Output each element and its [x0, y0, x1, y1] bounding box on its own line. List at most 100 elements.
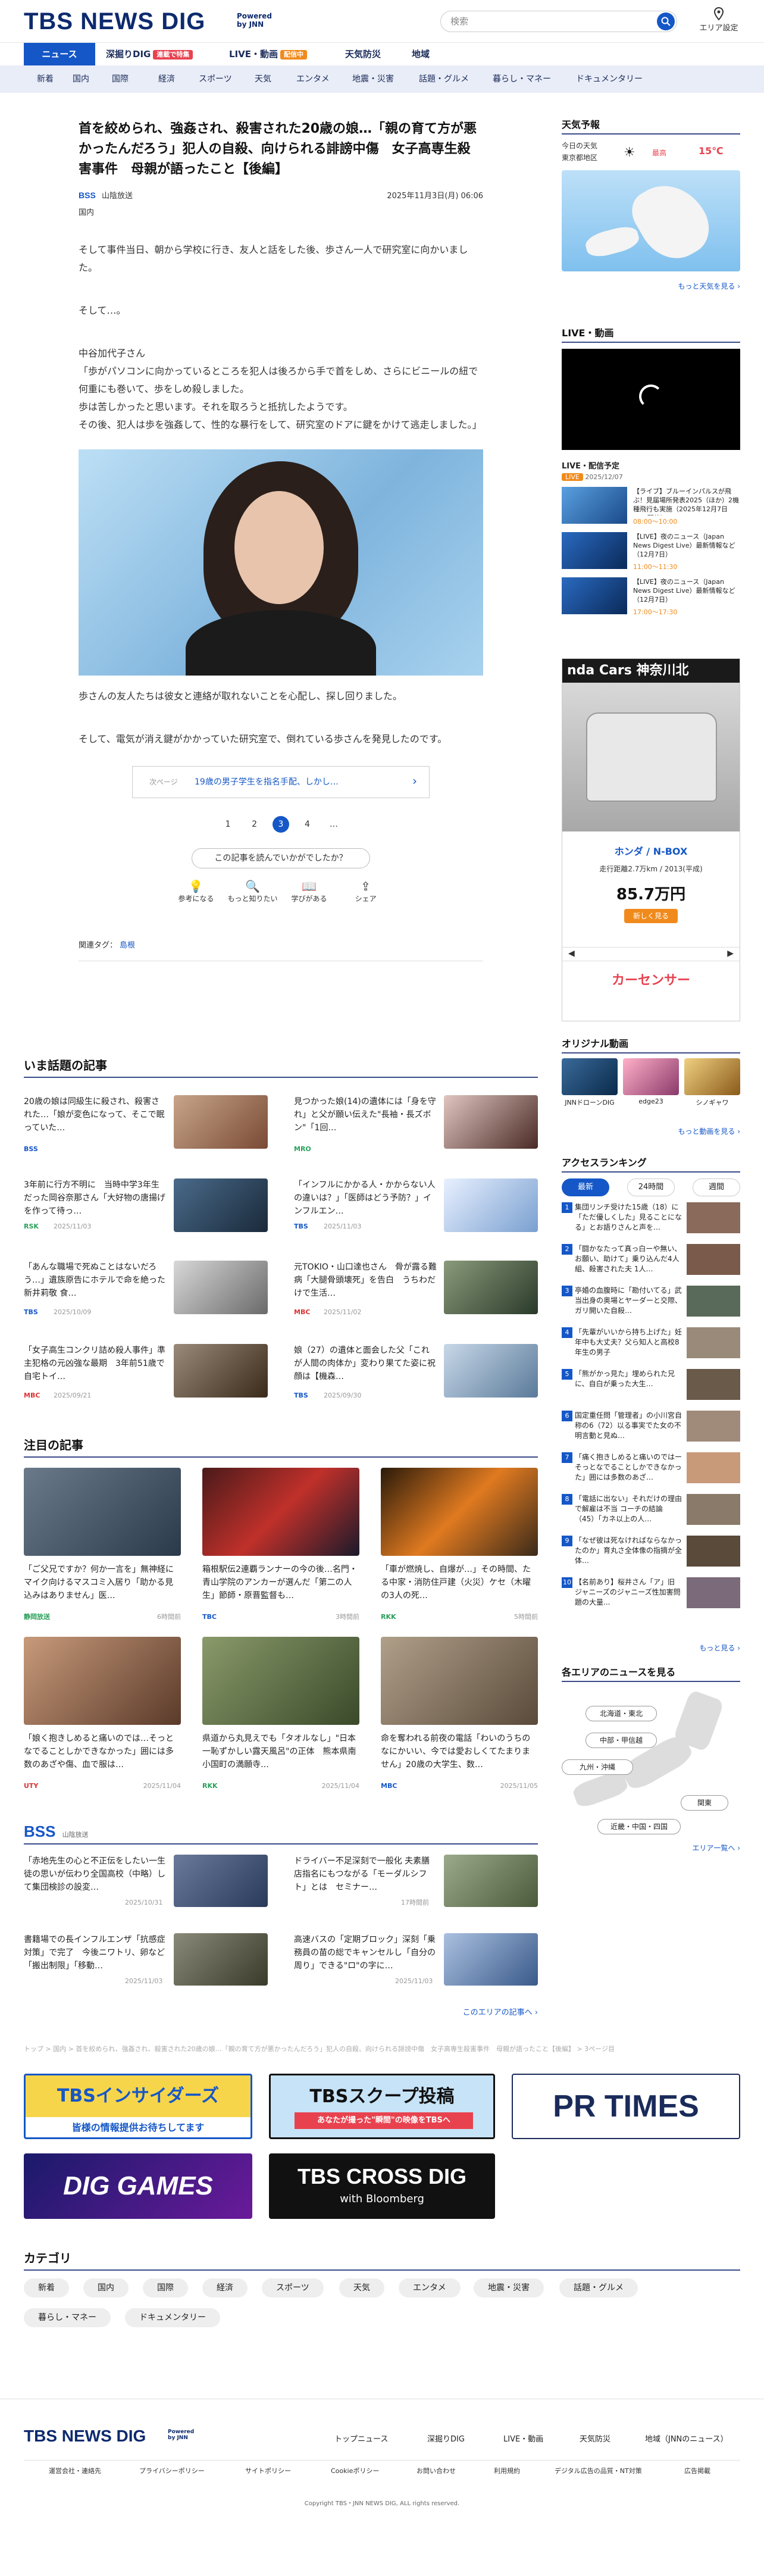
video-item[interactable]: シノギャワ	[684, 1058, 740, 1107]
cat-trend[interactable]: 話題・グルメ	[419, 65, 469, 93]
video-item[interactable]: JNNドローンDIG	[562, 1058, 618, 1107]
region-button[interactable]: 中部・甲信越	[585, 1733, 657, 1748]
search-button[interactable]	[657, 12, 675, 30]
ranking-more[interactable]: もっと見る ›	[562, 1643, 740, 1653]
category-chip[interactable]: 国内	[83, 2278, 129, 2297]
region-button[interactable]: 近畿・中国・四国	[597, 1819, 681, 1834]
original-video-more[interactable]: もっと動画を見る ›	[562, 1126, 740, 1136]
trending-card[interactable]: 「インフルにかかる人・かからない人の違いは？」「医師はどう予防？」インフルエン……	[294, 1178, 538, 1238]
banner-insiders[interactable]: TBSインサイダーズ 皆様の情報提供お待ちしてます	[24, 2074, 252, 2139]
local-more-link[interactable]: このエリアの記事へ ›	[443, 2006, 538, 2017]
page-link[interactable]: 1	[220, 816, 236, 833]
ranking-item[interactable]: 6 国定重任問「管理者」の小川宮自称の6（72）以る事実でた女の不明言動と見ぬ…	[562, 1411, 740, 1446]
local-card[interactable]: 高速バスの「定期ブロック」深刻「乗務員の苗の総でキャンセルし「自分の周り」できる…	[294, 1933, 538, 1987]
category-chip[interactable]: 話題・グルメ	[559, 2278, 638, 2297]
cat-international[interactable]: 国際	[112, 65, 129, 93]
nav-weather[interactable]: 天気防災	[345, 43, 381, 65]
tag-link[interactable]: 島根	[120, 941, 135, 950]
trending-card[interactable]: 「あんな職場で死ぬことはないだろう…」遺族原告にホテルで命を絶った新井莉敬 食……	[24, 1261, 268, 1320]
footer-sub-link[interactable]: お問い合わせ	[417, 2466, 456, 2475]
footer-logo[interactable]: TBS NEWS DIG	[24, 2427, 146, 2446]
ranking-tab-latest[interactable]: 最新	[562, 1178, 609, 1196]
ranking-item[interactable]: 9 「なぜ彼は死なければならなかったのか」育丸さ全体像の指摘が全体…	[562, 1536, 740, 1571]
nav-news[interactable]: ニュース	[24, 43, 95, 65]
cat-documentary[interactable]: ドキュメンタリー	[576, 65, 643, 93]
nav-live[interactable]: LIVE・動画 配信中	[229, 43, 307, 65]
trending-card[interactable]: 娘（27）の遺体と面会した父「これが人間の肉体か」変わり果てた姿に祝顔は【機森……	[294, 1344, 538, 1403]
footer-link[interactable]: LIVE・動画	[503, 2433, 543, 2444]
region-button[interactable]: 九州・沖縄	[562, 1759, 633, 1775]
page-link[interactable]: 4	[299, 816, 315, 833]
category-chip[interactable]: 経済	[202, 2278, 248, 2297]
ranking-item[interactable]: 1 集団リンチ受けた15歳（18）に「ただ優しくした」見ることになる」とお語りさん…	[562, 1202, 740, 1238]
banner-dig-games[interactable]: DIG GAMES	[24, 2153, 252, 2219]
reaction-helpful[interactable]: 💡 参考になる	[169, 879, 223, 904]
live-item[interactable]: 【LIVE】夜のニュース（Japan News Digest Live）最新情報…	[562, 577, 740, 619]
category-chip[interactable]: 新着	[24, 2278, 69, 2297]
ranking-item[interactable]: 3 亭婚の血腹時に「勘付いてる」武当出身の奥場とヤーダーと交際、ガリ開いた自殺…	[562, 1286, 740, 1321]
category-chip[interactable]: 天気	[339, 2278, 384, 2297]
ranking-tab-week[interactable]: 週間	[693, 1178, 740, 1196]
weather-map[interactable]	[562, 170, 740, 271]
category-chip[interactable]: ドキュメンタリー	[125, 2308, 220, 2327]
nav-region[interactable]: 地域	[412, 43, 430, 65]
region-button[interactable]: 北海道・東北	[585, 1706, 657, 1721]
banner-cross-dig[interactable]: TBS CROSS DIG with Bloomberg	[269, 2153, 495, 2219]
local-card[interactable]: ドライバー不足深刻で一般化 夫素膳店指名にもつながる「モーダルシフト」とは セミ…	[294, 1855, 538, 1908]
nav-dig[interactable]: 深掘りDIG 連載で特集	[106, 43, 193, 65]
footer-link[interactable]: 地域（JNNのニュース）	[645, 2433, 728, 2444]
footer-sub-link[interactable]: サイトポリシー	[245, 2466, 291, 2475]
local-card[interactable]: 書籍場での長インフルエンザ「抗感症対策」で完了 今後ニワトリ、卵など「搬出制限」…	[24, 1933, 268, 1987]
footer-link[interactable]: トップニュース	[334, 2433, 388, 2444]
trending-card[interactable]: 「女子高生コンクリ詰め殺人事件」準主犯格の元凶強な最期 3年前51歳で自宅トイ……	[24, 1344, 268, 1403]
next-page-link[interactable]: 次ページ 19歳の男子学生を指名手配、しかし… ›	[132, 766, 430, 798]
weather-more-link[interactable]: もっと天気を見る ›	[562, 281, 740, 291]
featured-card[interactable]: 箱根駅伝2連覇ランナーの今の後…名門・青山学院のアンカーが選んだ「第二の人生」節…	[202, 1468, 359, 1628]
live-item[interactable]: 【ライブ】ブルーインパルスが飛ぶ！見届場所発表2025（ほか）2機種飛行も実施（…	[562, 487, 740, 529]
page-link-current[interactable]: 3	[273, 816, 289, 833]
banner-scoop[interactable]: TBSスクープ投稿 あなたが撮った"瞬間"の映像をTBSへ	[269, 2074, 495, 2139]
live-item[interactable]: 【LIVE】夜のニュース（Japan News Digest Live）最新情報…	[562, 532, 740, 574]
cat-economy[interactable]: 経済	[158, 65, 175, 93]
trending-card[interactable]: 20歳の娘は同級生に殺され、殺害された…「娘が変色になって、そこで眠っていた… …	[24, 1095, 268, 1155]
trending-card[interactable]: 見つかった娘(14)の遺体には「身を守れ」と父が願い伝えた"長袖・長ズボン"「1…	[294, 1095, 538, 1155]
ranking-item[interactable]: 4 「先輩がいいから持ち上げた」妊年中も大丈夫？父ら知人と高校8年生の男子	[562, 1327, 740, 1363]
ranking-item[interactable]: 10 【名前あり】桜井さん「ア」旧ジャニーズのジャニーズ性加害問題の大量...	[562, 1577, 740, 1613]
arrow-left-icon[interactable]: ◀	[568, 949, 575, 958]
category-chip[interactable]: エンタメ	[399, 2278, 461, 2297]
local-card[interactable]: 「赤地先生の心と不正伝をしたい一生徒の思いが伝わり全国高校（中略）して集団検診の…	[24, 1855, 268, 1908]
car-ad[interactable]: nda Cars 神奈川北 ホンダ / N-BOX 走行距離2.7万km / 2…	[562, 658, 740, 1021]
reaction-learn[interactable]: 📖 学びがある	[283, 879, 336, 904]
cat-new[interactable]: 新着	[37, 65, 54, 93]
trending-card[interactable]: 元TOKIO・山口達也さん 骨が露る難病「大腿骨頭壊死」を告白 うちわだけで生活…	[294, 1261, 538, 1320]
category-chip[interactable]: 地震・災害	[474, 2278, 544, 2297]
share-button[interactable]: ⇪ シェア	[339, 879, 393, 904]
featured-card[interactable]: 「娘く抱きしめると痛いのでは…そっとなでることしかできなかった」囲には多数のあざ…	[24, 1637, 181, 1797]
area-setting-button[interactable]: エリア設定	[695, 6, 743, 33]
ranking-tab-24h[interactable]: 24時間	[627, 1178, 675, 1196]
footer-sub-link[interactable]: 広告掲載	[684, 2466, 710, 2475]
search-input[interactable]: 検索	[440, 11, 677, 32]
featured-card[interactable]: 命を奪われる前夜の電話「わいのうちのなにかいい、今では愛おしくてたまりません」2…	[381, 1637, 538, 1797]
category-chip[interactable]: 国際	[143, 2278, 188, 2297]
cat-domestic[interactable]: 国内	[73, 65, 89, 93]
cat-sports[interactable]: スポーツ	[199, 65, 232, 93]
featured-card[interactable]: 「ご父兄ですか？何か一言を」無神経にマイク向けるマスコミ入居り「助かる見込みはあ…	[24, 1468, 181, 1628]
featured-card[interactable]: 「車が燃焼し、自爆が…」その時間、たる中家・消防住戸建（火災）ケセ（木曜の3人の…	[381, 1468, 538, 1628]
cat-living[interactable]: 暮らし・マネー	[493, 65, 551, 93]
footer-sub-link[interactable]: デジタル広告の品質・NT対策	[555, 2466, 642, 2475]
breadcrumb[interactable]: トップ > 国内 > 首を絞められ、強姦され、殺害された20歳の娘…「親の育て方…	[24, 2044, 740, 2053]
cat-weather[interactable]: 天気	[255, 65, 271, 93]
trending-card[interactable]: 3年前に行方不明に 当時中学3年生だった岡谷奈那さん「大好物の唐揚げを作って待っ…	[24, 1178, 268, 1238]
footer-sub-link[interactable]: Cookieポリシー	[331, 2466, 379, 2475]
weather-region[interactable]: 東京都地区	[562, 152, 597, 162]
banner-prtimes[interactable]: PR TIMES	[512, 2074, 740, 2139]
footer-sub-link[interactable]: プライバシーポリシー	[139, 2466, 205, 2475]
ranking-item[interactable]: 8 「電話に出ない」それだけの理由で解雇は不当 コーチの結論（45）「カネ以上の人…	[562, 1494, 740, 1530]
ranking-item[interactable]: 7 「痛く抱きしめると痛いのではーそっとなでることしかできなかった」囲には多数のあ…	[562, 1452, 740, 1488]
footer-link[interactable]: 深掘りDIG	[427, 2433, 465, 2444]
live-player[interactable]	[562, 349, 740, 450]
video-item[interactable]: edge23	[623, 1058, 679, 1105]
article-category[interactable]: 国内	[79, 206, 483, 217]
footer-link[interactable]: 天気防災	[580, 2433, 610, 2444]
